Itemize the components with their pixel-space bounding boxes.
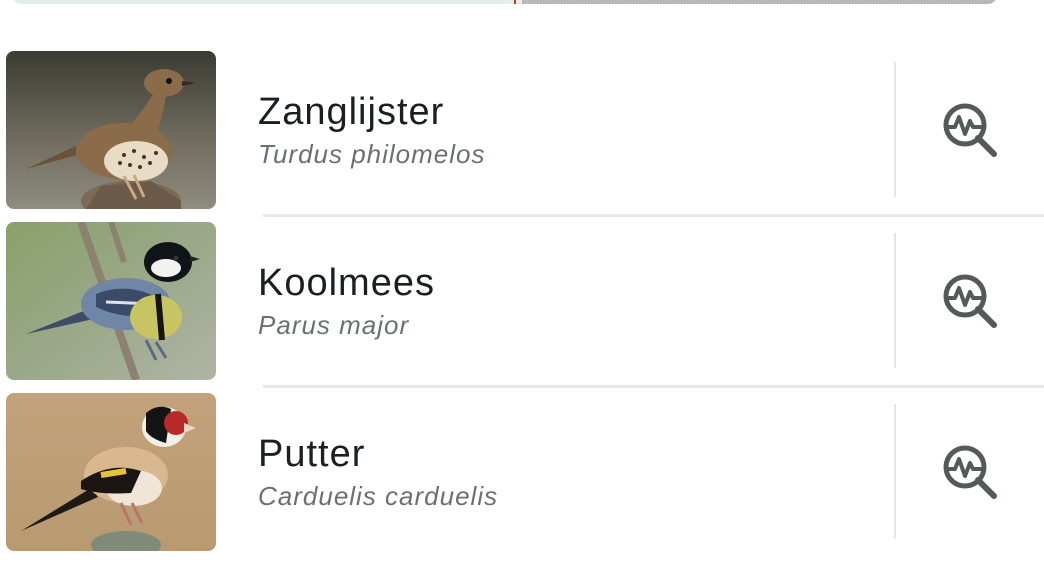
bird-result-list: Zanglijster Turdus philomelos Koolmees P… (0, 50, 1044, 563)
list-item[interactable]: Koolmees Parus major (0, 221, 1044, 392)
scientific-name: Parus major (258, 310, 410, 340)
playhead-marker (514, 0, 516, 4)
vertical-divider (894, 233, 896, 368)
sonogram-search-button[interactable] (938, 440, 1002, 504)
common-name: Putter (258, 433, 366, 475)
sonogram-spectrogram (522, 0, 997, 4)
list-item[interactable]: Putter Carduelis carduelis (0, 392, 1044, 563)
sonogram-played (12, 0, 504, 4)
scientific-name: Carduelis carduelis (258, 481, 499, 511)
vertical-divider (894, 404, 896, 539)
bird-photo (6, 222, 216, 380)
sonogram-search-icon (943, 274, 997, 328)
sonogram-bar[interactable] (12, 0, 997, 4)
row-divider (263, 385, 1044, 388)
row-divider (263, 214, 1044, 217)
sonogram-search-button[interactable] (938, 98, 1002, 162)
goldfinch-image (6, 393, 216, 551)
scientific-name: Turdus philomelos (258, 139, 486, 169)
common-name: Zanglijster (258, 91, 445, 133)
sonogram-search-icon (943, 103, 997, 157)
common-name: Koolmees (258, 262, 435, 304)
bird-photo (6, 393, 216, 551)
list-item[interactable]: Zanglijster Turdus philomelos (0, 50, 1044, 221)
sonogram-search-button[interactable] (938, 269, 1002, 333)
sonogram-search-icon (943, 445, 997, 499)
vertical-divider (894, 62, 896, 197)
bird-photo (6, 51, 216, 209)
great-tit-image (6, 222, 216, 380)
song-thrush-image (6, 51, 216, 209)
